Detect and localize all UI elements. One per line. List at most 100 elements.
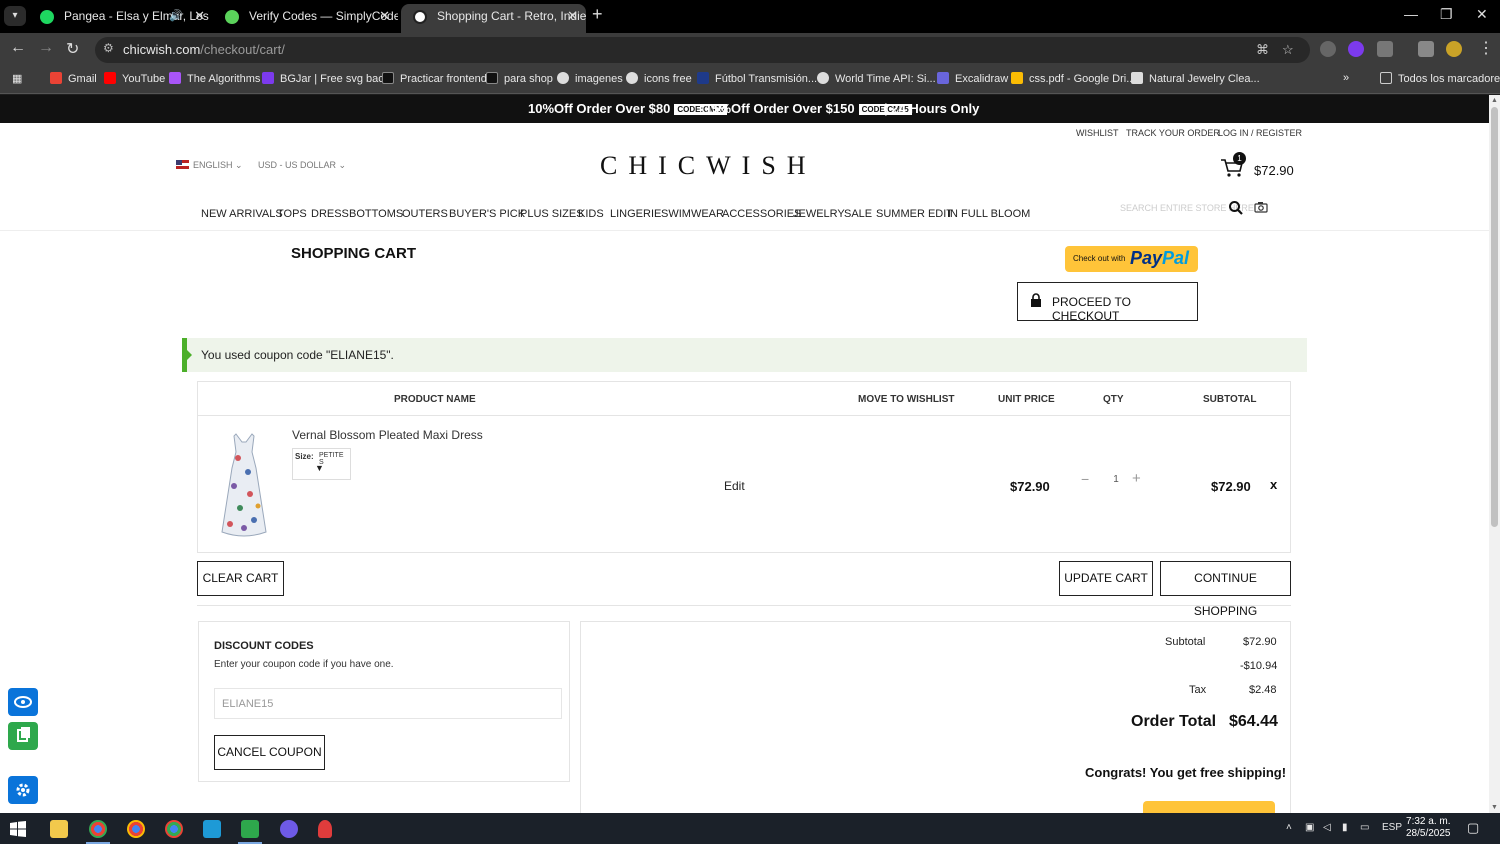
increase-qty-button[interactable]: + bbox=[1132, 470, 1141, 487]
nav-jewelry[interactable]: JEWELRY bbox=[793, 208, 845, 220]
omnibox[interactable]: ⚙ chicwish.com/checkout/cart/ ⌘ ☆ bbox=[95, 37, 1310, 63]
bookmark-practicar-frontend[interactable]: Practicar frontend bbox=[382, 72, 487, 85]
notifications-icon[interactable]: ▢ bbox=[1467, 820, 1479, 836]
bookmark-bgjar[interactable]: BGJar | Free svg bac... bbox=[262, 72, 393, 85]
network-icon[interactable]: ▭ bbox=[1360, 822, 1369, 833]
maximize-icon[interactable]: ❐ bbox=[1440, 6, 1453, 23]
microphone-icon[interactable] bbox=[318, 820, 332, 838]
nav-tops[interactable]: TOPS bbox=[277, 208, 307, 220]
chrome-icon[interactable] bbox=[89, 820, 107, 838]
language-indicator[interactable]: ESP bbox=[1382, 822, 1402, 833]
bookmark-algorithms[interactable]: The Algorithms bbox=[169, 72, 260, 85]
tray-icon[interactable]: ▣ bbox=[1305, 822, 1314, 833]
bookmark-excalidraw[interactable]: Excalidraw bbox=[937, 72, 1008, 85]
continue-shopping-button[interactable]: CONTINUE SHOPPING bbox=[1160, 561, 1291, 618]
all-bookmarks-folder[interactable]: Todos los marcadores bbox=[1380, 72, 1500, 85]
app-icon[interactable] bbox=[241, 820, 259, 838]
chevron-down-icon[interactable]: ▼ bbox=[315, 463, 324, 473]
new-tab-button[interactable]: + bbox=[592, 4, 603, 25]
minimize-icon[interactable]: — bbox=[1404, 6, 1418, 22]
nav-dress[interactable]: DRESS bbox=[311, 208, 349, 220]
nav-in-full-bloom[interactable]: IN FULL BLOOM bbox=[947, 208, 1030, 220]
product-image[interactable] bbox=[218, 428, 270, 540]
forward-icon[interactable]: → bbox=[38, 39, 54, 57]
product-name-link[interactable]: Vernal Blossom Pleated Maxi Dress bbox=[292, 428, 483, 442]
decrease-qty-button[interactable]: − bbox=[1081, 471, 1089, 487]
currency-selector[interactable]: USD - US DOLLAR ⌄ bbox=[258, 160, 346, 171]
eye-icon[interactable] bbox=[8, 688, 38, 716]
nav-plus-sizes[interactable]: PLUS SIZES bbox=[520, 208, 584, 220]
bookmark-futbol[interactable]: Fútbol Transmisión... bbox=[697, 72, 817, 85]
extension-icon[interactable] bbox=[1348, 41, 1364, 57]
more-menu-icon[interactable]: ⋮ bbox=[1478, 38, 1494, 58]
nav-swimwear[interactable]: SWIMWEAR bbox=[661, 208, 724, 220]
nav-bottoms[interactable]: BOTTOMS bbox=[349, 208, 403, 220]
apps-icon[interactable]: ▦ bbox=[12, 72, 22, 85]
camera-search-icon[interactable] bbox=[1254, 201, 1268, 213]
login-register-link[interactable]: LOG IN / REGISTER bbox=[1218, 128, 1302, 138]
scrollbar-thumb[interactable] bbox=[1491, 107, 1498, 527]
extensions-puzzle-icon[interactable] bbox=[1377, 41, 1393, 57]
bookmark-css-pdf[interactable]: css.pdf - Google Dri... bbox=[1011, 72, 1135, 85]
nav-lingerie[interactable]: LINGERIE bbox=[610, 208, 661, 220]
bookmark-imagenes[interactable]: imagenes bbox=[557, 72, 623, 85]
scroll-down-icon[interactable]: ▼ bbox=[1491, 804, 1498, 811]
speaker-icon[interactable]: 🔊 bbox=[169, 4, 183, 28]
bookmark-gmail[interactable]: Gmail bbox=[50, 72, 97, 85]
bookmark-youtube[interactable]: YouTube bbox=[104, 72, 165, 85]
translate-icon[interactable]: ⌘ bbox=[1256, 42, 1269, 58]
search-icon[interactable] bbox=[1228, 200, 1244, 216]
nav-summer-edit[interactable]: SUMMER EDIT bbox=[876, 208, 953, 220]
app-icon[interactable] bbox=[280, 820, 298, 838]
more-bookmarks-icon[interactable]: » bbox=[1343, 72, 1349, 84]
bookmark-para-shop[interactable]: para shop bbox=[486, 72, 553, 85]
chrome-icon[interactable] bbox=[127, 820, 145, 838]
tab-search-button[interactable]: ▾ bbox=[4, 6, 26, 26]
tray-expand-icon[interactable]: ˄ bbox=[1286, 822, 1292, 833]
page-scrollbar[interactable]: ▲ ▼ bbox=[1489, 95, 1500, 813]
close-tab-icon[interactable]: ✕ bbox=[567, 4, 578, 28]
bookmark-natural-jewelry[interactable]: Natural Jewelry Clea... bbox=[1131, 72, 1260, 85]
track-order-link[interactable]: TRACK YOUR ORDER bbox=[1126, 128, 1220, 138]
reload-icon[interactable]: ↻ bbox=[66, 39, 79, 59]
bookmark-world-time[interactable]: World Time API: Si... bbox=[817, 72, 936, 85]
update-cart-button[interactable]: UPDATE CART bbox=[1059, 561, 1153, 596]
vscode-icon[interactable] bbox=[203, 820, 221, 838]
chrome-icon[interactable] bbox=[165, 820, 183, 838]
url-text[interactable]: chicwish.com/checkout/cart/ bbox=[123, 42, 285, 57]
nav-buyers-pick[interactable]: BUYER'S PICK bbox=[449, 208, 525, 220]
nav-kids[interactable]: KIDS bbox=[578, 208, 604, 220]
close-window-icon[interactable]: ✕ bbox=[1476, 6, 1488, 23]
paypal-checkout-button[interactable]: Check out with PayPal bbox=[1065, 246, 1198, 272]
file-explorer-icon[interactable] bbox=[50, 820, 68, 838]
close-tab-icon[interactable]: ✕ bbox=[194, 4, 205, 28]
system-clock[interactable]: 7:32 a. m. 28/5/2025 bbox=[1406, 816, 1451, 840]
coupon-code-input[interactable] bbox=[214, 688, 562, 719]
volume-icon[interactable]: ◁ bbox=[1323, 822, 1331, 833]
close-tab-icon[interactable]: ✕ bbox=[379, 4, 390, 28]
bookmark-star-icon[interactable]: ☆ bbox=[1282, 42, 1294, 58]
size-selector[interactable]: Size: PETITE S ▼ bbox=[292, 448, 351, 480]
cancel-coupon-button[interactable]: CANCEL COUPON bbox=[214, 735, 325, 770]
paypal-checkout-button-bottom[interactable] bbox=[1143, 801, 1275, 813]
wishlist-link[interactable]: WISHLIST bbox=[1076, 128, 1119, 138]
bookmark-icons-free[interactable]: icons free bbox=[626, 72, 692, 85]
edit-item-link[interactable]: Edit bbox=[724, 479, 745, 493]
windows-start-icon[interactable] bbox=[10, 821, 26, 837]
tray-icon[interactable]: ▮ bbox=[1342, 822, 1348, 833]
copy-icon[interactable] bbox=[8, 722, 38, 750]
scroll-up-icon[interactable]: ▲ bbox=[1491, 97, 1498, 104]
nav-outers[interactable]: OUTERS bbox=[402, 208, 448, 220]
tab-simplycodes[interactable]: Verify Codes — SimplyCodes ✕ bbox=[213, 4, 398, 33]
clear-cart-button[interactable]: CLEAR CART bbox=[197, 561, 284, 596]
settings-gear-icon[interactable] bbox=[8, 776, 38, 804]
back-icon[interactable]: ← bbox=[10, 39, 26, 57]
site-logo[interactable]: CHICWISH bbox=[600, 151, 817, 181]
profile-avatar-icon[interactable] bbox=[1446, 41, 1462, 57]
media-control-icon[interactable] bbox=[1418, 41, 1434, 57]
nav-new-arrivals[interactable]: NEW ARRIVALS bbox=[201, 208, 283, 220]
proceed-to-checkout-button[interactable]: PROCEED TO CHECKOUT bbox=[1017, 282, 1198, 323]
site-info-icon[interactable]: ⚙ bbox=[103, 41, 114, 55]
nav-sale[interactable]: SALE bbox=[844, 208, 872, 220]
tab-shopping-cart[interactable]: Shopping Cart - Retro, Indie an ✕ bbox=[401, 4, 586, 33]
